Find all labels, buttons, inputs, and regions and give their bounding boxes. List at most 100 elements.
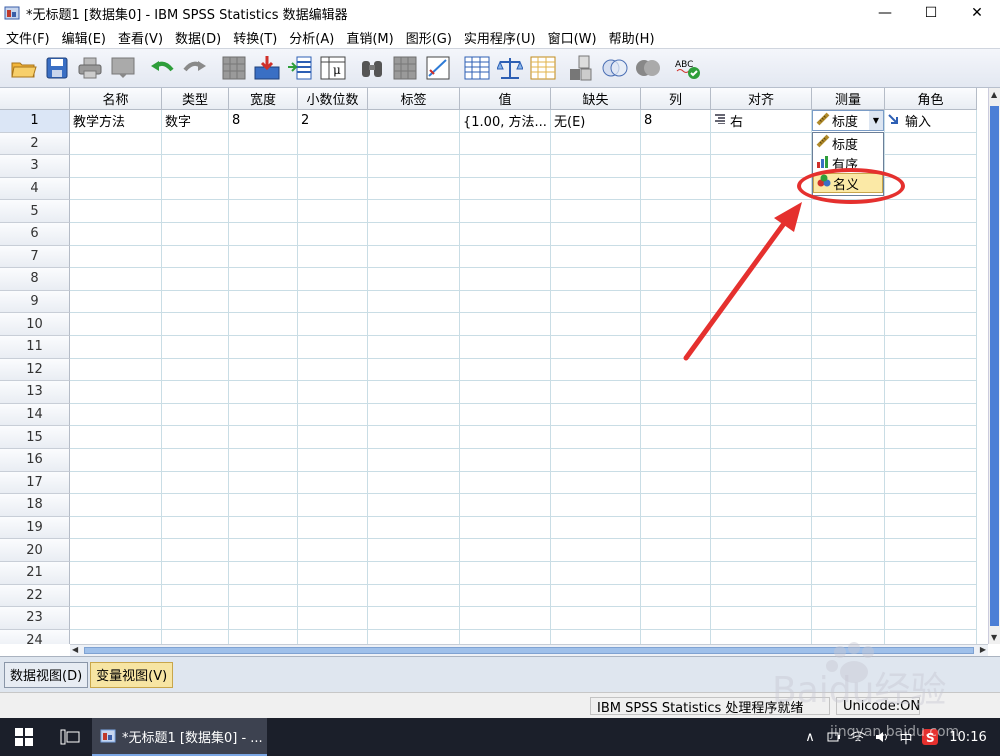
- empty-cell[interactable]: [368, 381, 460, 404]
- empty-cell[interactable]: [162, 132, 229, 156]
- empty-cell[interactable]: [812, 313, 885, 336]
- empty-cell[interactable]: [711, 449, 812, 472]
- empty-cell[interactable]: [460, 539, 551, 562]
- empty-cell[interactable]: [70, 358, 162, 382]
- empty-cell[interactable]: [368, 607, 460, 630]
- empty-cell[interactable]: [812, 290, 885, 314]
- empty-cell[interactable]: [551, 562, 641, 585]
- empty-cell[interactable]: [368, 132, 460, 156]
- empty-cell[interactable]: [70, 223, 162, 246]
- empty-cell[interactable]: [812, 449, 885, 472]
- empty-cell[interactable]: [229, 290, 298, 314]
- empty-cell[interactable]: [368, 245, 460, 269]
- empty-cell[interactable]: [812, 358, 885, 382]
- col-header-type[interactable]: 类型: [162, 88, 229, 110]
- empty-cell[interactable]: [885, 358, 977, 382]
- empty-cell[interactable]: [460, 290, 551, 314]
- col-header-columns[interactable]: 列: [641, 88, 711, 110]
- empty-cell[interactable]: [368, 336, 460, 359]
- empty-cell[interactable]: [641, 403, 711, 427]
- empty-cell[interactable]: [641, 607, 711, 630]
- empty-cell[interactable]: [298, 381, 368, 404]
- minimize-button[interactable]: —: [862, 0, 908, 26]
- empty-cell[interactable]: [368, 584, 460, 608]
- empty-cell[interactable]: [162, 494, 229, 517]
- empty-cell[interactable]: [641, 177, 711, 201]
- windows-start-button[interactable]: [0, 718, 48, 756]
- empty-cell[interactable]: [162, 516, 229, 540]
- empty-cell[interactable]: [711, 584, 812, 608]
- col-header-measure[interactable]: 测量: [812, 88, 885, 110]
- chevron-down-icon[interactable]: ▼: [869, 111, 883, 130]
- cell-type[interactable]: 数字: [162, 110, 229, 133]
- empty-cell[interactable]: [298, 449, 368, 472]
- row-number[interactable]: 13: [0, 381, 70, 404]
- split-file-icon[interactable]: [461, 52, 493, 84]
- weight-cases-icon[interactable]: [494, 52, 526, 84]
- row-number[interactable]: 4: [0, 177, 70, 201]
- show-sets-icon[interactable]: [632, 52, 664, 84]
- value-labels-icon[interactable]: μ: [317, 52, 349, 84]
- empty-cell[interactable]: [460, 155, 551, 178]
- col-header-decimals[interactable]: 小数位数: [298, 88, 368, 110]
- row-number[interactable]: 18: [0, 494, 70, 517]
- empty-cell[interactable]: [460, 381, 551, 404]
- row-number[interactable]: 8: [0, 268, 70, 291]
- row-number[interactable]: 17: [0, 471, 70, 495]
- empty-cell[interactable]: [70, 607, 162, 630]
- empty-cell[interactable]: [368, 268, 460, 291]
- find-icon[interactable]: [356, 52, 388, 84]
- goto-case-icon[interactable]: [218, 52, 250, 84]
- empty-cell[interactable]: [885, 539, 977, 562]
- empty-cell[interactable]: [551, 426, 641, 449]
- empty-cell[interactable]: [368, 494, 460, 517]
- empty-cell[interactable]: [812, 268, 885, 291]
- empty-cell[interactable]: [229, 403, 298, 427]
- empty-cell[interactable]: [812, 336, 885, 359]
- empty-cell[interactable]: [551, 200, 641, 223]
- empty-cell[interactable]: [711, 471, 812, 495]
- menu-edit[interactable]: 编辑(E): [56, 28, 112, 47]
- empty-cell[interactable]: [229, 516, 298, 540]
- empty-cell[interactable]: [885, 494, 977, 517]
- empty-cell[interactable]: [298, 403, 368, 427]
- empty-cell[interactable]: [162, 426, 229, 449]
- empty-cell[interactable]: [162, 449, 229, 472]
- empty-cell[interactable]: [460, 268, 551, 291]
- empty-cell[interactable]: [885, 403, 977, 427]
- cell-name[interactable]: 教学方法: [70, 110, 162, 133]
- empty-cell[interactable]: [368, 426, 460, 449]
- empty-cell[interactable]: [162, 313, 229, 336]
- empty-cell[interactable]: [229, 132, 298, 156]
- empty-cell[interactable]: [551, 290, 641, 314]
- empty-cell[interactable]: [641, 426, 711, 449]
- empty-cell[interactable]: [368, 200, 460, 223]
- cell-decimals[interactable]: 2: [298, 110, 368, 133]
- menu-analyze[interactable]: 分析(A): [283, 28, 340, 47]
- redo-icon[interactable]: [179, 52, 211, 84]
- empty-cell[interactable]: [812, 223, 885, 246]
- empty-cell[interactable]: [460, 358, 551, 382]
- empty-cell[interactable]: [162, 381, 229, 404]
- empty-cell[interactable]: [229, 607, 298, 630]
- empty-cell[interactable]: [229, 449, 298, 472]
- empty-cell[interactable]: [711, 403, 812, 427]
- empty-cell[interactable]: [298, 155, 368, 178]
- cell-align[interactable]: 右: [711, 110, 812, 133]
- empty-cell[interactable]: [885, 245, 977, 269]
- empty-cell[interactable]: [298, 562, 368, 585]
- empty-cell[interactable]: [70, 403, 162, 427]
- empty-cell[interactable]: [551, 494, 641, 517]
- empty-cell[interactable]: [70, 426, 162, 449]
- empty-cell[interactable]: [460, 313, 551, 336]
- empty-cell[interactable]: [551, 403, 641, 427]
- empty-cell[interactable]: [812, 403, 885, 427]
- vertical-scroll-thumb[interactable]: [990, 106, 999, 626]
- open-icon[interactable]: [8, 52, 40, 84]
- empty-cell[interactable]: [70, 268, 162, 291]
- empty-cell[interactable]: [70, 629, 162, 644]
- col-header-label[interactable]: 标签: [368, 88, 460, 110]
- save-icon[interactable]: [41, 52, 73, 84]
- empty-cell[interactable]: [711, 562, 812, 585]
- empty-cell[interactable]: [460, 516, 551, 540]
